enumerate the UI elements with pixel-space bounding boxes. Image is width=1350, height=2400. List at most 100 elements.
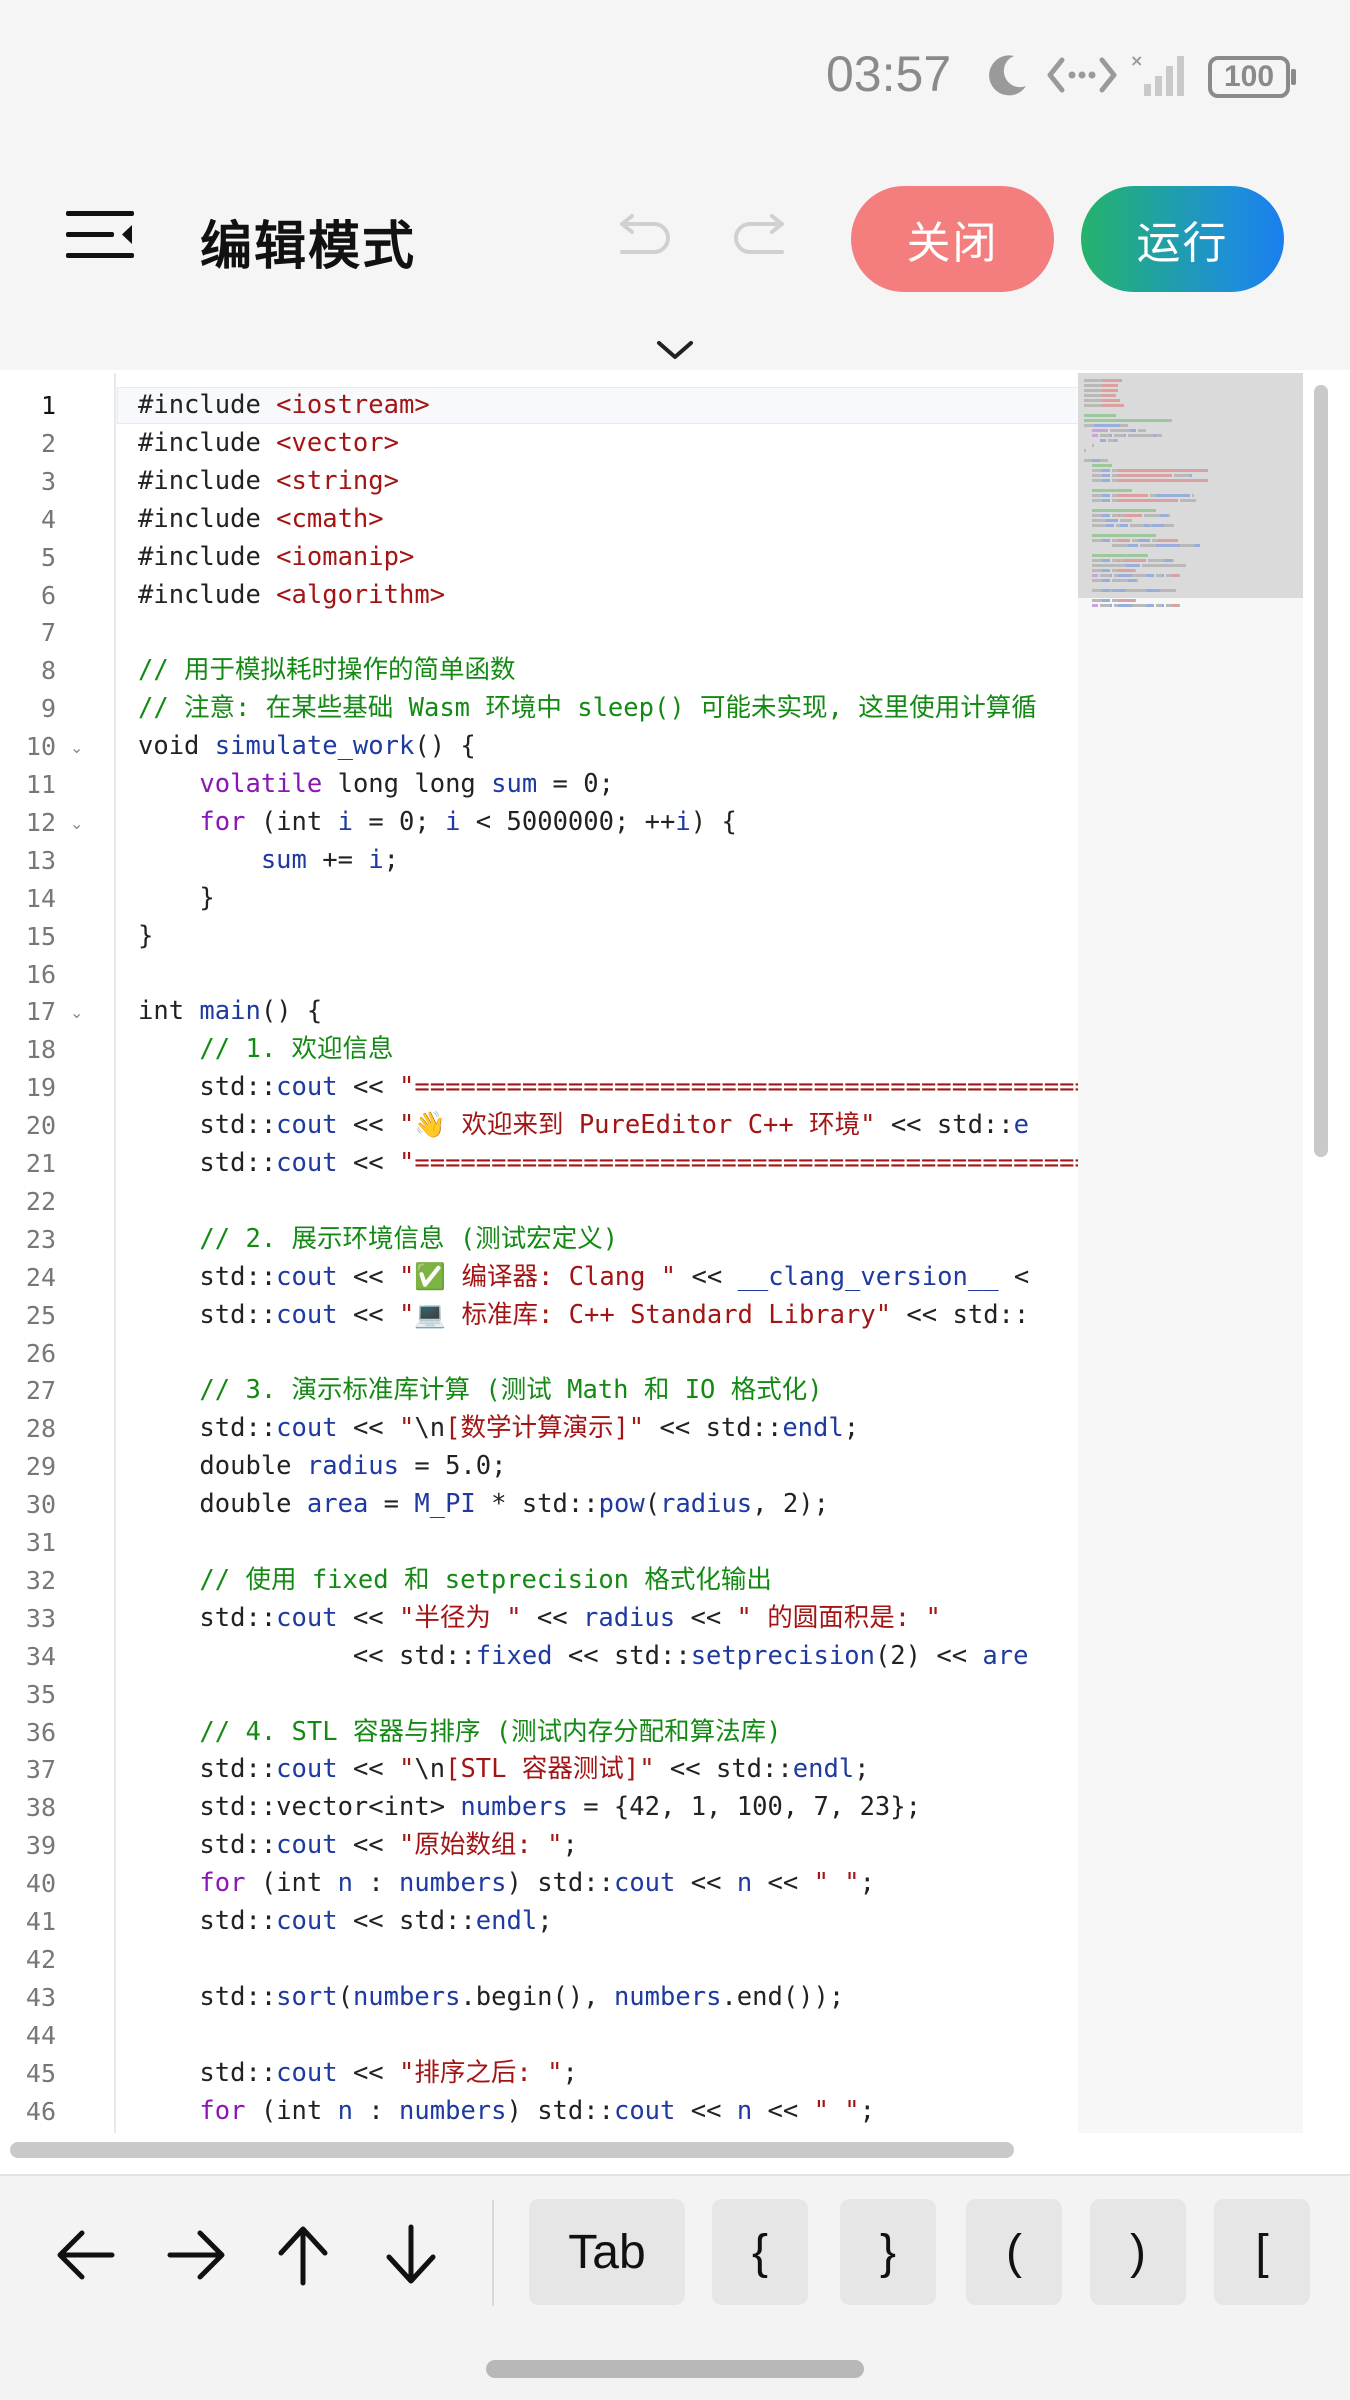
- code-line[interactable]: // 3. 演示标准库计算 (测试 Math 和 IO 格式化): [138, 1372, 822, 1410]
- code-line[interactable]: #include <vector>: [138, 425, 399, 463]
- vertical-scrollbar-thumb[interactable]: [1314, 385, 1328, 1157]
- down-arrow-icon[interactable]: [366, 2217, 456, 2293]
- code-line[interactable]: // 用于模拟耗时操作的简单函数: [138, 652, 516, 690]
- code-line[interactable]: std::cout << "原始数组: ";: [138, 1827, 577, 1865]
- minimap-line: [1102, 514, 1110, 517]
- code-token: cout: [276, 1148, 338, 1178]
- battery-icon: 100: [1208, 56, 1290, 98]
- code-line[interactable]: void simulate_work() {: [138, 728, 476, 766]
- code-token: << std::: [654, 1754, 793, 1785]
- minimap[interactable]: [1078, 373, 1303, 2133]
- open-paren-key[interactable]: (: [966, 2199, 1062, 2305]
- code-token: (int: [245, 2095, 338, 2126]
- minimap-line: [1152, 524, 1164, 527]
- code-token: +=: [306, 844, 369, 875]
- code-line[interactable]: for (int n : numbers) std::cout << n << …: [138, 1865, 875, 1903]
- redo-icon[interactable]: [730, 210, 794, 262]
- code-line[interactable]: std::cout << "💻 标准库: C++ Standard Librar…: [138, 1297, 1029, 1335]
- minimap-line: [1164, 524, 1174, 527]
- code-line[interactable]: for (int n : numbers) std::cout << n << …: [138, 2093, 875, 2131]
- minimap-line: [1092, 539, 1102, 542]
- minimap-line: [1084, 384, 1102, 387]
- code-line[interactable]: std::cout << "==========================…: [138, 1145, 1078, 1183]
- open-bracket-key[interactable]: [: [1214, 2199, 1310, 2305]
- tab-key[interactable]: Tab: [529, 2199, 685, 2305]
- code-line[interactable]: std::cout << "半径为 " << radius << " 的圆面积是…: [138, 1600, 940, 1638]
- minimap-line: [1102, 399, 1120, 402]
- code-line[interactable]: // 使用 fixed 和 setprecision 格式化输出: [138, 1562, 771, 1600]
- fold-toggle-icon[interactable]: ⌄: [70, 738, 83, 757]
- code-token: numbers: [399, 1868, 507, 1899]
- code-line[interactable]: // 4. STL 容器与排序 (测试内存分配和算法库): [138, 1714, 781, 1752]
- line-number: 16: [25, 959, 56, 989]
- line-number: 34: [25, 1641, 56, 1671]
- close-brace-key[interactable]: }: [840, 2199, 936, 2305]
- run-button[interactable]: 运行: [1081, 186, 1284, 292]
- code-editor[interactable]: 1 2 3 4 5 6 7 8 9 10 ⌄ 11 12 ⌄ 13 14 15 16 17 ⌄ 18 19 20 21 22 23…: [0, 373, 1350, 2133]
- code-line[interactable]: for (int i = 0; i < 5000000; ++i) {: [138, 804, 736, 842]
- code-line[interactable]: // 2. 展示环境信息 (测试宏定义): [138, 1221, 618, 1259]
- code-line[interactable]: std::cout << "排序之后: ";: [138, 2055, 577, 2093]
- line-number: 38: [25, 1793, 56, 1823]
- minimap-line: [1162, 574, 1164, 577]
- up-arrow-icon[interactable]: [258, 2217, 348, 2293]
- minimap-line: [1174, 474, 1190, 477]
- code-line[interactable]: int main() {: [138, 993, 322, 1031]
- code-line[interactable]: << std::fixed << std::setprecision(2) <<…: [138, 1638, 1029, 1676]
- code-line[interactable]: // 注意: 在某些基础 Wasm 环境中 sleep() 可能未实现, 这里使…: [138, 690, 1037, 728]
- code-token: << std::: [644, 1413, 783, 1444]
- code-line[interactable]: std::cout << "✅ 编译器: Clang " << __clang_…: [138, 1259, 1029, 1297]
- close-paren-key[interactable]: ): [1090, 2199, 1186, 2305]
- code-line[interactable]: std::cout << "\n[数学计算演示]" << std::endl;: [138, 1410, 859, 1448]
- code-token: [数学计算演示]": [445, 1413, 645, 1444]
- minimap-line: [1102, 479, 1110, 482]
- line-number: 6: [40, 580, 56, 610]
- code-line[interactable]: #include <string>: [138, 463, 399, 501]
- code-line[interactable]: #include <iostream>: [138, 387, 430, 425]
- fold-toggle-icon[interactable]: ⌄: [70, 1003, 83, 1022]
- code-line[interactable]: #include <iomanip>: [138, 539, 414, 577]
- code-token: for: [199, 1868, 246, 1899]
- fold-toggle-icon[interactable]: ⌄: [70, 814, 83, 833]
- code-line[interactable]: }: [138, 918, 153, 956]
- code-token: << std::: [552, 1640, 691, 1671]
- code-token: // 用于模拟耗时操作的简单函数: [138, 655, 516, 686]
- code-line[interactable]: std::cout << std::endl;: [138, 1903, 552, 1941]
- left-arrow-icon[interactable]: [42, 2217, 132, 2293]
- close-button[interactable]: 关闭: [851, 186, 1054, 292]
- undo-icon[interactable]: [610, 210, 674, 262]
- code-line[interactable]: // 1. 欢迎信息: [138, 1031, 393, 1069]
- minimap-line: [1142, 564, 1186, 567]
- code-line[interactable]: }: [138, 880, 214, 918]
- chevron-down-icon[interactable]: [655, 337, 695, 363]
- code-line[interactable]: #include <cmath>: [138, 501, 384, 539]
- code-line[interactable]: std::cout << "==========================…: [138, 1069, 1078, 1107]
- code-token: * std::: [475, 1489, 599, 1520]
- code-line[interactable]: sum += i;: [138, 842, 399, 880]
- minimap-line: [1092, 514, 1102, 517]
- code-line[interactable]: std::cout << "👋 欢迎来到 PureEditor C++ 环境" …: [138, 1107, 1029, 1145]
- minimap-line: [1120, 424, 1128, 427]
- minimap-line: [1120, 519, 1132, 522]
- right-arrow-icon[interactable]: [150, 2217, 240, 2293]
- minimap-line: [1118, 569, 1134, 572]
- open-brace-key[interactable]: {: [712, 2199, 808, 2305]
- code-token: = {42, 1, 100, 7, 23};: [567, 1792, 921, 1823]
- code-area[interactable]: #include <iostream> #include <vector> #inc…: [117, 373, 1078, 2133]
- code-token: numbers: [352, 1981, 461, 2012]
- code-line[interactable]: std::cout << "\n[STL 容器测试]" << std::endl…: [138, 1751, 869, 1789]
- code-token: .end());: [721, 1981, 845, 2012]
- code-token: area: [306, 1489, 369, 1520]
- code-token: = 5.0;: [399, 1451, 507, 1482]
- code-line[interactable]: std::vector<int> numbers = {42, 1, 100, …: [138, 1789, 921, 1827]
- code-line[interactable]: #include <algorithm>: [138, 577, 445, 615]
- code-line[interactable]: volatile long long sum = 0;: [138, 766, 614, 804]
- code-line[interactable]: std::sort(numbers.begin(), numbers.end()…: [138, 1979, 844, 2017]
- menu-icon[interactable]: [64, 205, 136, 265]
- code-line[interactable]: double area = M_PI * std::pow(radius, 2)…: [138, 1486, 829, 1524]
- code-line[interactable]: double radius = 5.0;: [138, 1448, 506, 1486]
- code-token: are: [982, 1640, 1029, 1671]
- horizontal-scrollbar-thumb[interactable]: [10, 2142, 1014, 2158]
- minimap-line: [1092, 569, 1102, 572]
